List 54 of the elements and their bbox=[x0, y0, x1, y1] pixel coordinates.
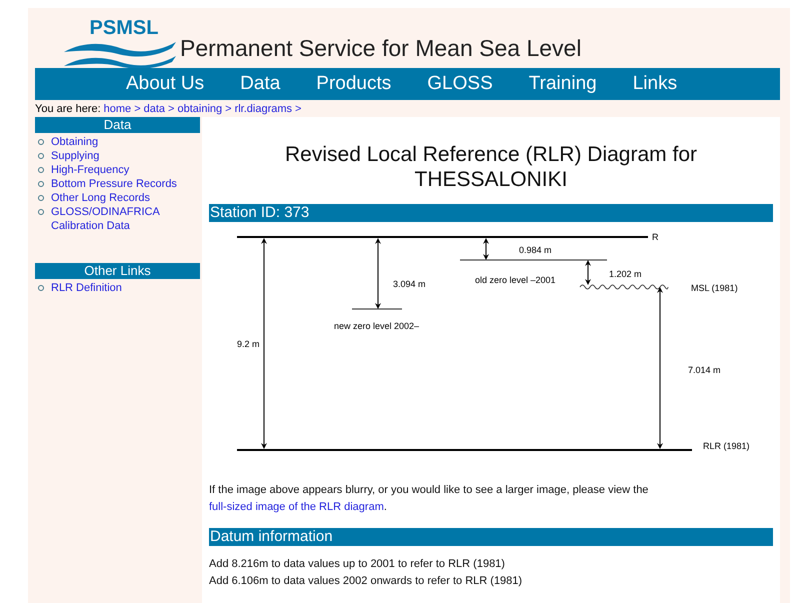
breadcrumb-link[interactable]: data bbox=[144, 103, 166, 117]
level-line bbox=[352, 308, 402, 310]
note-text: If the image above appears blurry, or you would like to see a larger image, please view the full-sized image of the RLR diagram. bbox=[209, 483, 650, 515]
datum-text: Add 6.106m to data values 2002 onwards to refer to RLR (1981) bbox=[209, 574, 524, 589]
bullet-icon bbox=[38, 285, 44, 291]
full-image-link[interactable]: full-sized image of the RLR diagram bbox=[209, 501, 384, 513]
bullet-icon bbox=[38, 181, 44, 187]
nav-link[interactable]: About Us bbox=[126, 73, 204, 95]
bullet-icon bbox=[38, 153, 44, 159]
datum-text: Add 8.216m to data values up to 2001 to refer to RLR (1981) bbox=[209, 557, 506, 572]
diagram-label: old zero level –2001 bbox=[475, 275, 556, 285]
nav-link[interactable]: Links bbox=[632, 73, 678, 95]
dimension-arrow bbox=[585, 260, 591, 285]
breadcrumb-link[interactable]: rlr.diagrams bbox=[234, 103, 292, 117]
dimension-arrow bbox=[483, 238, 489, 260]
sidebar-link[interactable]: RLR Definition bbox=[51, 281, 122, 295]
diagram-label: MSL (1981) bbox=[691, 283, 738, 293]
breadcrumb-label: You are here: bbox=[35, 103, 101, 117]
sidebar-link[interactable]: Supplying bbox=[51, 149, 100, 163]
bullet-icon bbox=[38, 195, 44, 201]
sidebar-heading: Other Links bbox=[35, 263, 200, 279]
sidebar-link[interactable]: Bottom Pressure Records bbox=[51, 177, 177, 191]
sidebar-heading: Data bbox=[35, 117, 200, 133]
diagram-label: R bbox=[652, 232, 658, 242]
diagram-label: new zero level 2002– bbox=[334, 321, 420, 331]
sidebar-link[interactable]: Other Long Records bbox=[51, 191, 150, 205]
nav-link[interactable]: GLOSS bbox=[427, 73, 493, 95]
sidebar-link[interactable]: GLOSS/ODINAFRICA Calibration Data bbox=[51, 205, 200, 233]
page-title: Revised Local Reference (RLR) Diagram for THESSALONIKI bbox=[284, 142, 698, 192]
breadcrumb-link[interactable]: home bbox=[104, 103, 132, 117]
nav-link[interactable]: Products bbox=[316, 73, 392, 95]
breadcrumb-link[interactable]: obtaining bbox=[177, 103, 222, 117]
breadcrumb-separator: > bbox=[168, 103, 174, 117]
bullet-icon bbox=[38, 167, 44, 173]
diagram-label: 7.014 m bbox=[688, 365, 721, 375]
site-title: Permanent Service for Mean Sea Level bbox=[180, 35, 582, 62]
section-heading: Datum information bbox=[209, 528, 773, 546]
diagram-label: 9.2 m bbox=[237, 339, 260, 349]
section-heading: Station ID: 373 bbox=[209, 204, 773, 222]
logo-text: PSMSL bbox=[90, 18, 158, 38]
breadcrumb-separator: > bbox=[134, 103, 141, 117]
diagram-label: RLR (1981) bbox=[703, 441, 750, 451]
diagram-label: 1.202 m bbox=[609, 269, 642, 279]
sidebar-link[interactable]: High-Frequency bbox=[51, 163, 130, 177]
diagram-label: 3.094 m bbox=[393, 279, 426, 289]
nav-link[interactable]: Training bbox=[528, 73, 597, 95]
bullet-icon bbox=[38, 209, 44, 215]
breadcrumb-separator: > bbox=[225, 103, 232, 117]
nav-link[interactable]: Data bbox=[240, 73, 280, 95]
diagram-label: 0.984 m bbox=[519, 245, 552, 255]
sidebar-link[interactable]: Obtaining bbox=[51, 135, 98, 149]
bullet-icon bbox=[38, 139, 44, 145]
dimension-arrow bbox=[375, 238, 381, 309]
breadcrumb-separator: > bbox=[295, 103, 302, 117]
